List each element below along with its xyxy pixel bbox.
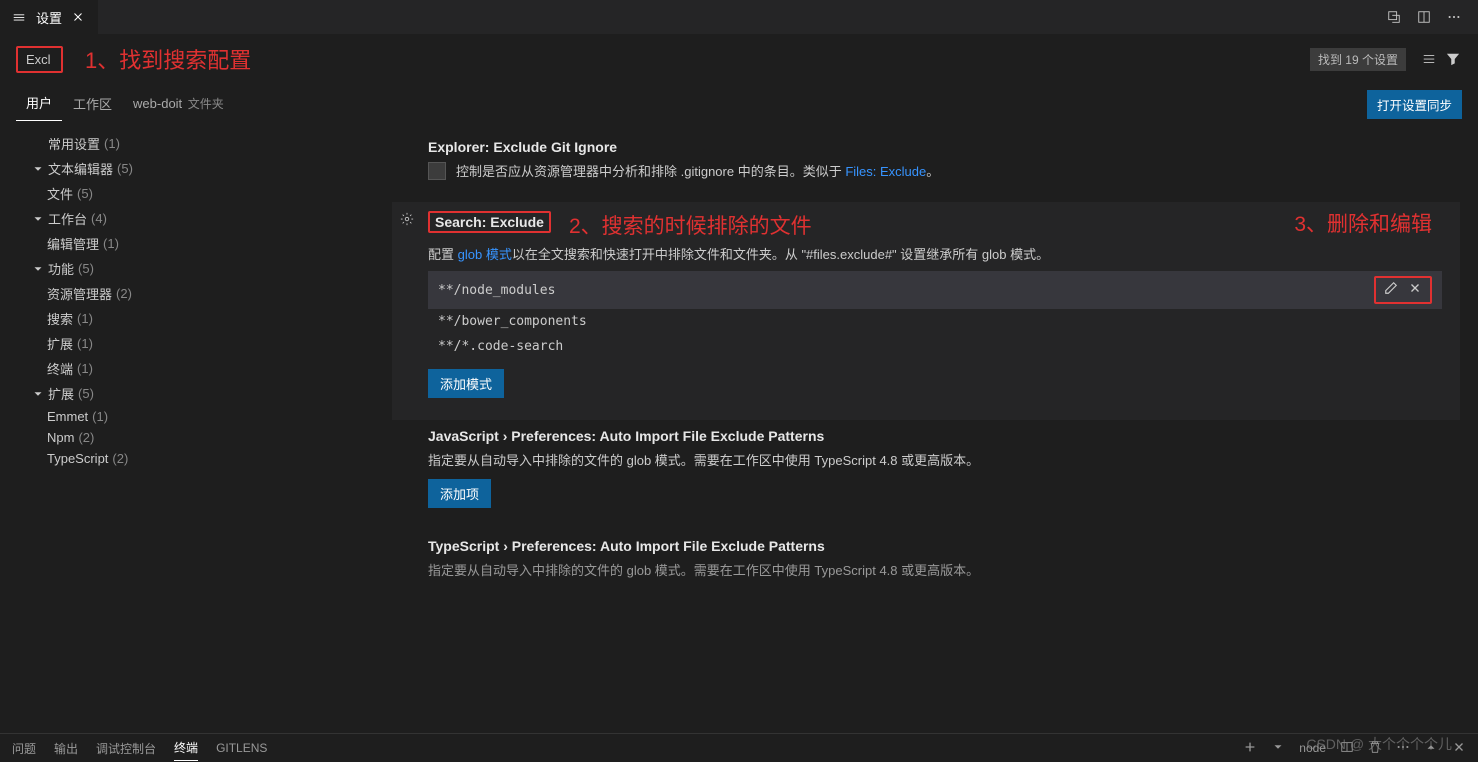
setting-title: TypeScript › Preferences: Auto Import Fi…: [428, 538, 1442, 554]
list-item[interactable]: **/node_modules: [428, 271, 1442, 309]
tab-title: 设置: [36, 8, 62, 27]
setting-title: Explorer: Exclude Git Ignore: [428, 139, 1442, 155]
chevron-down-icon: [30, 162, 46, 176]
clear-search-icon[interactable]: [1420, 50, 1438, 68]
annotation-2: 2、搜索的时候排除的文件: [569, 210, 812, 240]
toc-text-editor[interactable]: 文本编辑器(5): [8, 156, 392, 181]
panel-debug-console[interactable]: 调试控制台: [96, 736, 156, 761]
add-item-button[interactable]: 添加项: [428, 479, 491, 508]
results-count: 找到 19 个设置: [1310, 48, 1406, 71]
row-actions-box: [1374, 276, 1432, 304]
more-icon[interactable]: [1446, 9, 1462, 25]
exclude-list: **/node_modules **/bower_components **/*…: [428, 271, 1442, 359]
chevron-down-icon: [30, 212, 46, 226]
gear-icon[interactable]: [400, 212, 414, 229]
settings-search-row: 1、找到搜索配置 找到 19 个设置: [0, 35, 1478, 83]
close-icon[interactable]: [70, 9, 86, 25]
add-pattern-button[interactable]: 添加模式: [428, 369, 504, 398]
chevron-down-icon: [30, 262, 46, 276]
setting-title: Search: Exclude: [428, 211, 551, 233]
chevron-down-icon: [30, 387, 46, 401]
setting-description: 控制是否应从资源管理器中分析和排除 .gitignore 中的条目。类似于 Fi…: [428, 161, 1442, 180]
panel-gitlens[interactable]: GITLENS: [216, 737, 267, 759]
toc-npm[interactable]: Npm(2): [8, 427, 392, 448]
open-json-icon[interactable]: [1386, 9, 1402, 25]
toc-ext-feat[interactable]: 扩展(1): [8, 331, 392, 356]
close-panel-icon[interactable]: [1452, 740, 1466, 757]
setting-search-exclude: Search: Exclude 2、搜索的时候排除的文件 3、删除和编辑 配置 …: [392, 202, 1460, 420]
toc-extensions[interactable]: 扩展(5): [8, 381, 392, 406]
toc-workbench[interactable]: 工作台(4): [8, 206, 392, 231]
setting-description: 指定要从自动导入中排除的文件的 glob 模式。需要在工作区中使用 TypeSc…: [428, 450, 1442, 469]
list-item[interactable]: **/bower_components: [428, 309, 1442, 334]
setting-explorer-exclude-git-ignore: Explorer: Exclude Git Ignore 控制是否应从资源管理器…: [392, 131, 1460, 202]
setting-js-auto-import-exclude: JavaScript › Preferences: Auto Import Fi…: [392, 420, 1460, 530]
settings-editor: Explorer: Exclude Git Ignore 控制是否应从资源管理器…: [392, 121, 1478, 740]
toc-search[interactable]: 搜索(1): [8, 306, 392, 331]
link-glob[interactable]: glob 模式: [458, 247, 512, 262]
setting-title: JavaScript › Preferences: Auto Import Fi…: [428, 428, 1442, 444]
link-files-exclude[interactable]: Files: Exclude: [845, 164, 926, 179]
toc-files[interactable]: 文件(5): [8, 181, 392, 206]
scope-folder[interactable]: web-doit 文件夹: [123, 89, 234, 120]
delete-icon[interactable]: [1408, 281, 1422, 299]
watermark: CSDN @ 大个个个个儿: [1306, 734, 1452, 754]
filter-icon[interactable]: [1444, 50, 1462, 68]
annotation-3: 3、删除和编辑: [1294, 208, 1432, 238]
toc-typescript[interactable]: TypeScript(2): [8, 448, 392, 469]
search-input[interactable]: [26, 52, 53, 67]
new-terminal-icon[interactable]: [1243, 740, 1257, 757]
toc-explorer[interactable]: 资源管理器(2): [8, 281, 392, 306]
panel-terminal[interactable]: 终端: [174, 735, 198, 761]
checkbox[interactable]: [428, 162, 446, 180]
scope-workspace[interactable]: 工作区: [63, 88, 122, 121]
split-editor-icon[interactable]: [1416, 9, 1432, 25]
toc-common[interactable]: 常用设置(1): [8, 131, 392, 156]
tab-actions: [1386, 9, 1478, 25]
search-box: [16, 46, 63, 73]
settings-toc: 常用设置(1) 文本编辑器(5) 文件(5) 工作台(4) 编辑管理(1) 功能…: [0, 121, 392, 740]
settings-scope-row: 用户 工作区 web-doit 文件夹 打开设置同步: [0, 83, 1478, 121]
list-item[interactable]: **/*.code-search: [428, 334, 1442, 359]
edit-icon[interactable]: [1384, 281, 1398, 299]
settings-sync-button[interactable]: 打开设置同步: [1367, 90, 1462, 119]
toc-terminal[interactable]: 终端(1): [8, 356, 392, 381]
settings-icon: [12, 9, 28, 25]
toc-editor-mgmt[interactable]: 编辑管理(1): [8, 231, 392, 256]
editor-tab-bar: 设置: [0, 0, 1478, 35]
setting-ts-auto-import-exclude: TypeScript › Preferences: Auto Import Fi…: [392, 530, 1460, 601]
toc-features[interactable]: 功能(5): [8, 256, 392, 281]
terminal-dropdown-icon[interactable]: [1271, 740, 1285, 757]
annotation-1: 1、找到搜索配置: [85, 43, 251, 75]
scope-user[interactable]: 用户: [16, 87, 62, 121]
panel-bar: 问题 输出 调试控制台 终端 GITLENS node: [0, 733, 1478, 762]
setting-description: 指定要从自动导入中排除的文件的 glob 模式。需要在工作区中使用 TypeSc…: [428, 560, 1442, 579]
toc-emmet[interactable]: Emmet(1): [8, 406, 392, 427]
panel-output[interactable]: 输出: [54, 736, 78, 761]
tab-settings[interactable]: 设置: [0, 0, 98, 34]
panel-problems[interactable]: 问题: [12, 736, 36, 761]
